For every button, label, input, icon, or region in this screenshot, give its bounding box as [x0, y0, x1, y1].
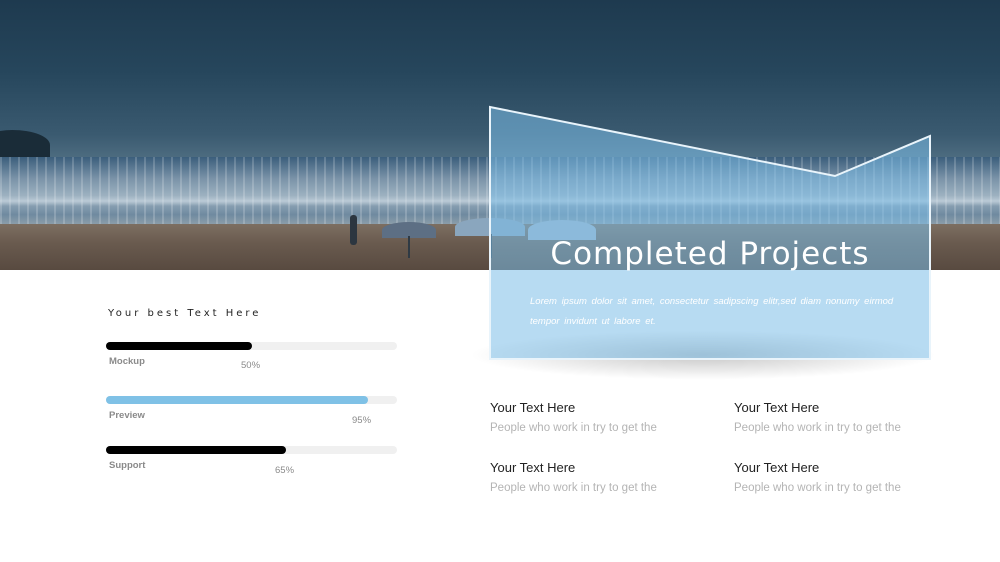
block-heading: Your Text Here	[490, 400, 576, 415]
skill-label-preview: Preview	[109, 410, 145, 421]
surf-line	[0, 196, 1000, 206]
skills-title: Your best Text Here	[108, 308, 262, 319]
progress-fill-preview	[106, 396, 368, 404]
umbrella-pole	[408, 236, 410, 258]
sky	[0, 0, 1000, 158]
panel-title: Completed Projects	[550, 236, 870, 272]
progress-track-mockup	[106, 342, 397, 350]
block-text: People who work in try to get the of.	[490, 422, 660, 434]
progress-track-preview	[106, 396, 397, 404]
block-heading: Your Text Here	[490, 460, 576, 475]
skill-label-support: Support	[109, 460, 146, 471]
beach-photo	[0, 0, 1000, 270]
progress-fill-mockup	[106, 342, 252, 350]
block-heading: Your Text Here	[734, 460, 820, 475]
block-text: People who work in try to get the of.	[734, 422, 904, 434]
block-text: People who work in try to get the of.	[734, 482, 904, 494]
skill-percent-mockup: 50%	[241, 360, 261, 371]
skill-label-mockup: Mockup	[109, 356, 145, 367]
block-text: People who work in try to get the of.	[490, 482, 660, 494]
block-heading: Your Text Here	[734, 400, 820, 415]
progress-track-support	[106, 446, 397, 454]
panel-shadow	[468, 330, 938, 380]
skill-percent-support: 65%	[275, 465, 295, 476]
progress-fill-support	[106, 446, 287, 454]
panel-body: Lorem ipsum dolor sit amet, consectetur …	[530, 296, 894, 327]
person-silhouette	[350, 215, 357, 245]
skill-percent-preview: 95%	[352, 415, 372, 426]
